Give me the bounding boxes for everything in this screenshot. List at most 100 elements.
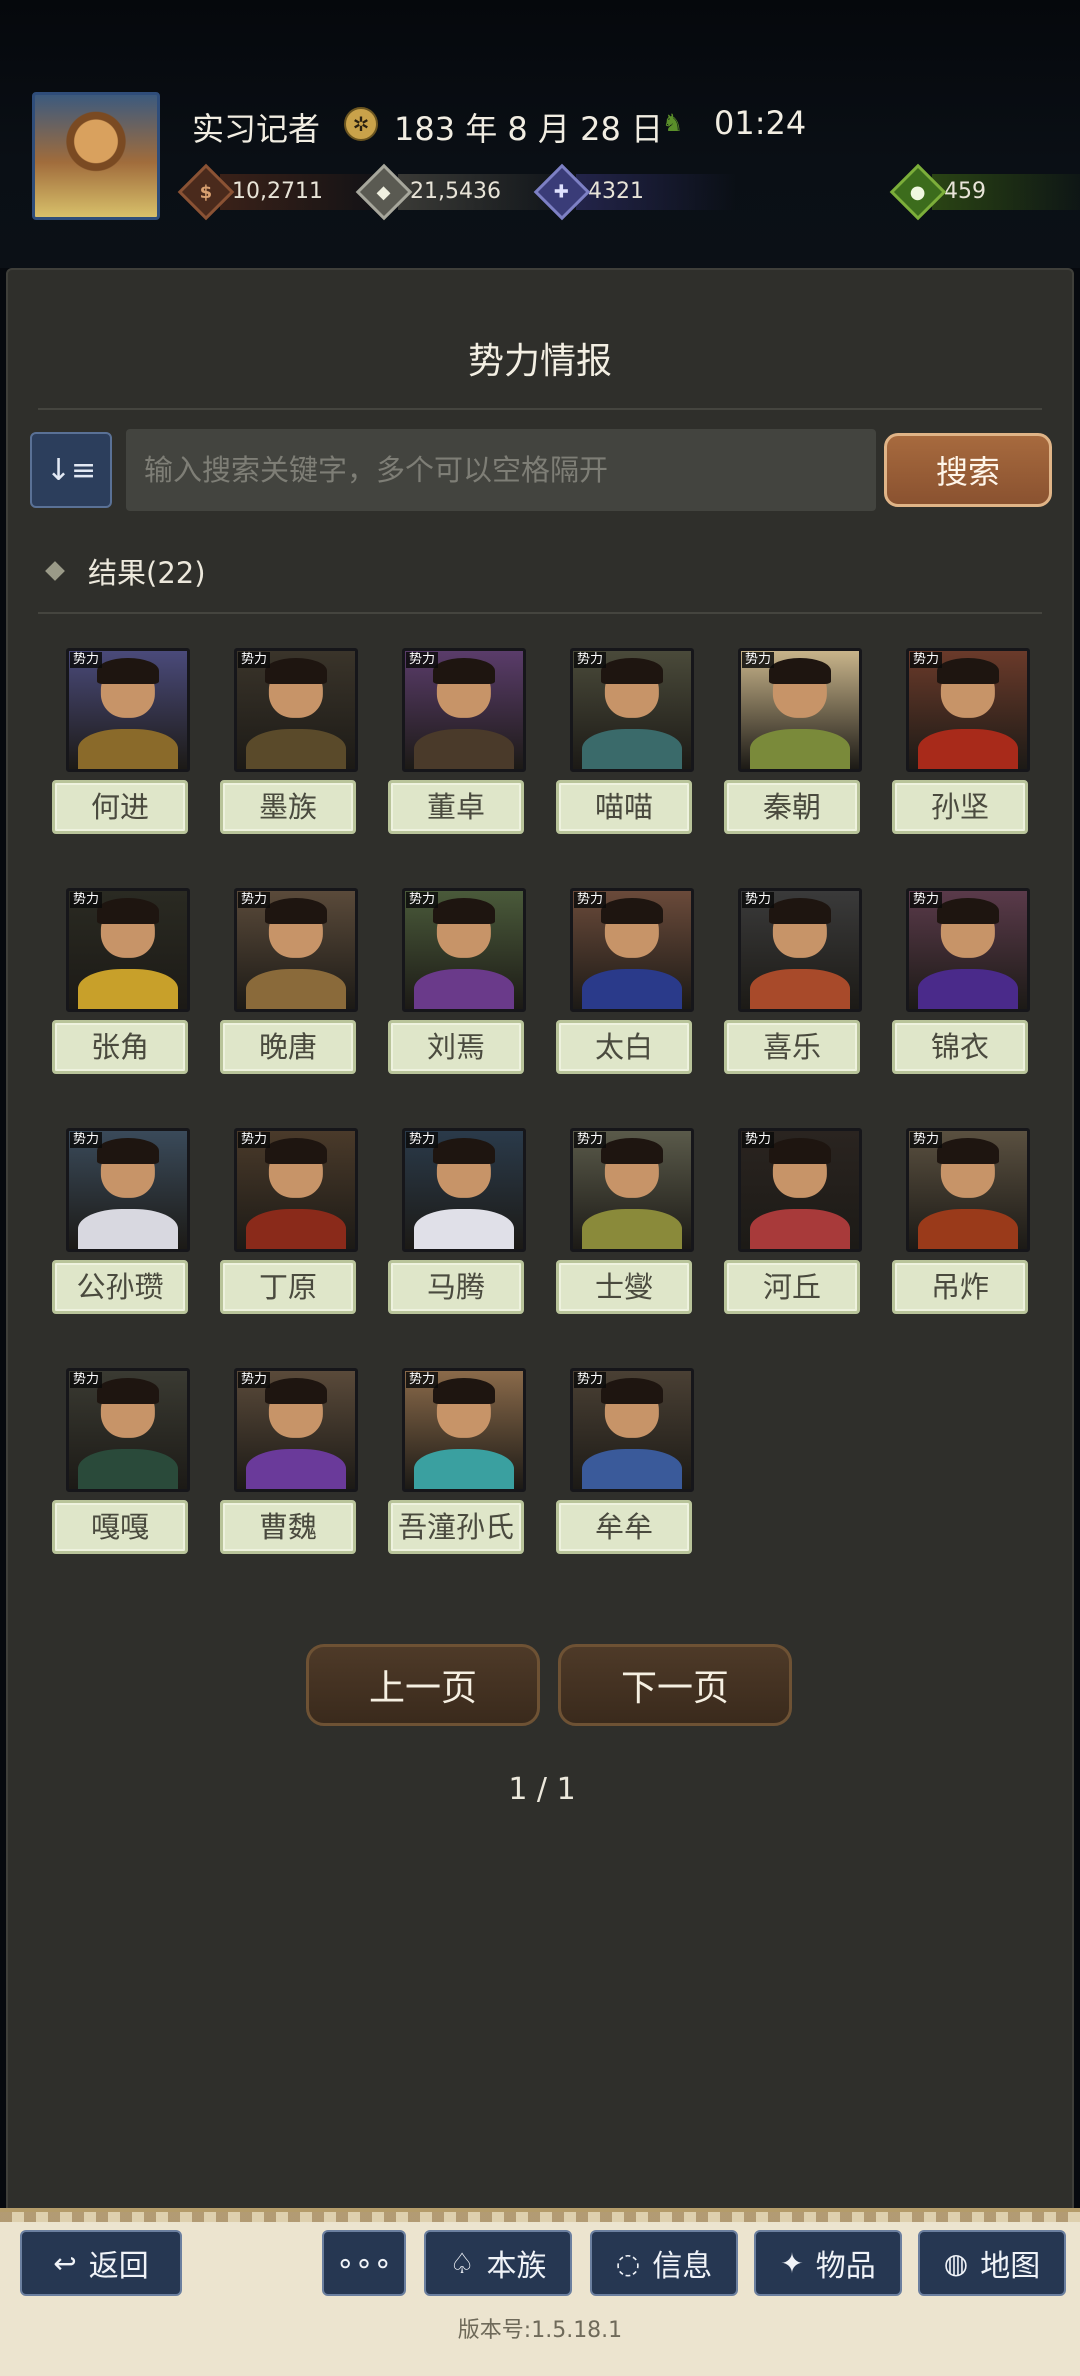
- faction-name[interactable]: 吊炸: [892, 1260, 1028, 1314]
- faction-name[interactable]: 马腾: [388, 1260, 524, 1314]
- faction-card[interactable]: 势力吊炸: [892, 1128, 1030, 1314]
- faction-leader-portrait[interactable]: 势力: [234, 648, 358, 772]
- faction-name[interactable]: 曹魏: [220, 1500, 356, 1554]
- faction-tag: 势力: [574, 1132, 607, 1148]
- faction-leader-portrait[interactable]: 势力: [402, 888, 526, 1012]
- faction-card[interactable]: 势力吾潼孙氏: [388, 1368, 526, 1554]
- sort-button[interactable]: ↓≡: [30, 432, 112, 508]
- faction-tag: 势力: [910, 1132, 943, 1148]
- faction-leader-portrait[interactable]: 势力: [906, 888, 1030, 1012]
- faction-name[interactable]: 太白: [556, 1020, 692, 1074]
- faction-name[interactable]: 喜乐: [724, 1020, 860, 1074]
- faction-name[interactable]: 张角: [52, 1020, 188, 1074]
- more-button[interactable]: ∘∘∘: [322, 2230, 406, 2296]
- faction-name[interactable]: 晚唐: [220, 1020, 356, 1074]
- faction-leader-portrait[interactable]: 势力: [570, 648, 694, 772]
- faction-tag: 势力: [742, 1132, 775, 1148]
- faction-name[interactable]: 锦衣: [892, 1020, 1028, 1074]
- faction-leader-portrait[interactable]: 势力: [402, 1128, 526, 1252]
- portrait-hair: [265, 1138, 327, 1165]
- faction-card[interactable]: 势力孙坚: [892, 648, 1030, 834]
- faction-name[interactable]: 嘎嘎: [52, 1500, 188, 1554]
- faction-leader-portrait[interactable]: 势力: [66, 1368, 190, 1492]
- faction-name[interactable]: 士燮: [556, 1260, 692, 1314]
- faction-card[interactable]: 势力墨族: [220, 648, 358, 834]
- faction-name[interactable]: 公孙瓒: [52, 1260, 188, 1314]
- portrait-hair: [265, 658, 327, 685]
- faction-name[interactable]: 喵喵: [556, 780, 692, 834]
- faction-name[interactable]: 孙坚: [892, 780, 1028, 834]
- faction-name[interactable]: 牟牟: [556, 1500, 692, 1554]
- player-name: 实习记者: [192, 110, 321, 148]
- faction-name[interactable]: 河丘: [724, 1260, 860, 1314]
- faction-name[interactable]: 墨族: [220, 780, 356, 834]
- faction-leader-portrait[interactable]: 势力: [234, 1128, 358, 1252]
- faction-leader-portrait[interactable]: 势力: [570, 1368, 694, 1492]
- faction-card[interactable]: 势力嘎嘎: [52, 1368, 190, 1554]
- faction-card[interactable]: 势力公孙瓒: [52, 1128, 190, 1314]
- faction-tag: 势力: [406, 652, 439, 668]
- map-button[interactable]: ◍ 地图: [918, 2230, 1066, 2296]
- faction-leader-portrait[interactable]: 势力: [738, 888, 862, 1012]
- faction-card[interactable]: 势力晚唐: [220, 888, 358, 1074]
- faction-card[interactable]: 势力太白: [556, 888, 694, 1074]
- items-button[interactable]: ✦ 物品: [754, 2230, 902, 2296]
- faction-leader-portrait[interactable]: 势力: [402, 648, 526, 772]
- faction-leader-portrait[interactable]: 势力: [234, 888, 358, 1012]
- faction-name[interactable]: 董卓: [388, 780, 524, 834]
- faction-card[interactable]: 势力何进: [52, 648, 190, 834]
- faction-leader-portrait[interactable]: 势力: [66, 648, 190, 772]
- faction-card[interactable]: 势力马腾: [388, 1128, 526, 1314]
- faction-leader-portrait[interactable]: 势力: [66, 1128, 190, 1252]
- faction-card[interactable]: 势力士燮: [556, 1128, 694, 1314]
- faction-card[interactable]: 势力喜乐: [724, 888, 862, 1074]
- portrait-robe: [246, 1448, 346, 1489]
- faction-leader-portrait[interactable]: 势力: [234, 1368, 358, 1492]
- version-label: 版本号:1.5.18.1: [457, 2318, 623, 2343]
- search-button[interactable]: 搜索: [884, 433, 1052, 507]
- search-input[interactable]: [126, 429, 876, 511]
- faction-name[interactable]: 刘焉: [388, 1020, 524, 1074]
- clan-button[interactable]: ♤ 本族: [424, 2230, 572, 2296]
- faction-name[interactable]: 吾潼孙氏: [388, 1500, 524, 1554]
- faction-card[interactable]: 势力曹魏: [220, 1368, 358, 1554]
- player-avatar[interactable]: [32, 92, 160, 220]
- faction-card[interactable]: 势力河丘: [724, 1128, 862, 1314]
- prev-page-button[interactable]: 上一页: [306, 1644, 540, 1726]
- faction-leader-portrait[interactable]: 势力: [66, 888, 190, 1012]
- faction-leader-portrait[interactable]: 势力: [570, 1128, 694, 1252]
- food-resource[interactable]: ● 459: [889, 163, 1080, 221]
- portrait-robe: [582, 1448, 682, 1489]
- faction-tag: 势力: [70, 1132, 103, 1148]
- faction-tag: 势力: [910, 892, 943, 908]
- faction-card[interactable]: 势力喵喵: [556, 648, 694, 834]
- faction-leader-portrait[interactable]: 势力: [906, 1128, 1030, 1252]
- silver-ingot-icon: ◆: [355, 163, 413, 221]
- faction-card[interactable]: 势力牟牟: [556, 1368, 694, 1554]
- faction-card[interactable]: 势力董卓: [388, 648, 526, 834]
- portrait-robe: [582, 968, 682, 1009]
- faction-tag: 势力: [406, 1372, 439, 1388]
- portrait-hair: [937, 898, 999, 925]
- faction-card[interactable]: 势力刘焉: [388, 888, 526, 1074]
- back-button[interactable]: ↩ 返回: [20, 2230, 182, 2296]
- faction-card[interactable]: 势力锦衣: [892, 888, 1030, 1074]
- faction-name[interactable]: 秦朝: [724, 780, 860, 834]
- faction-leader-portrait[interactable]: 势力: [738, 1128, 862, 1252]
- faction-tag: 势力: [406, 1132, 439, 1148]
- info-button[interactable]: ◌ 信息: [590, 2230, 738, 2296]
- faction-card[interactable]: 势力秦朝: [724, 648, 862, 834]
- faction-leader-portrait[interactable]: 势力: [738, 648, 862, 772]
- faction-name[interactable]: 丁原: [220, 1260, 356, 1314]
- next-page-button[interactable]: 下一页: [558, 1644, 792, 1726]
- faction-name[interactable]: 何进: [52, 780, 188, 834]
- soldier-resource[interactable]: ✚ 4321: [533, 163, 736, 221]
- faction-tag: 势力: [574, 652, 607, 668]
- faction-card[interactable]: 势力丁原: [220, 1128, 358, 1314]
- info-label: 信息: [652, 2249, 713, 2284]
- faction-leader-portrait[interactable]: 势力: [906, 648, 1030, 772]
- portrait-robe: [918, 728, 1018, 769]
- faction-leader-portrait[interactable]: 势力: [570, 888, 694, 1012]
- faction-leader-portrait[interactable]: 势力: [402, 1368, 526, 1492]
- faction-card[interactable]: 势力张角: [52, 888, 190, 1074]
